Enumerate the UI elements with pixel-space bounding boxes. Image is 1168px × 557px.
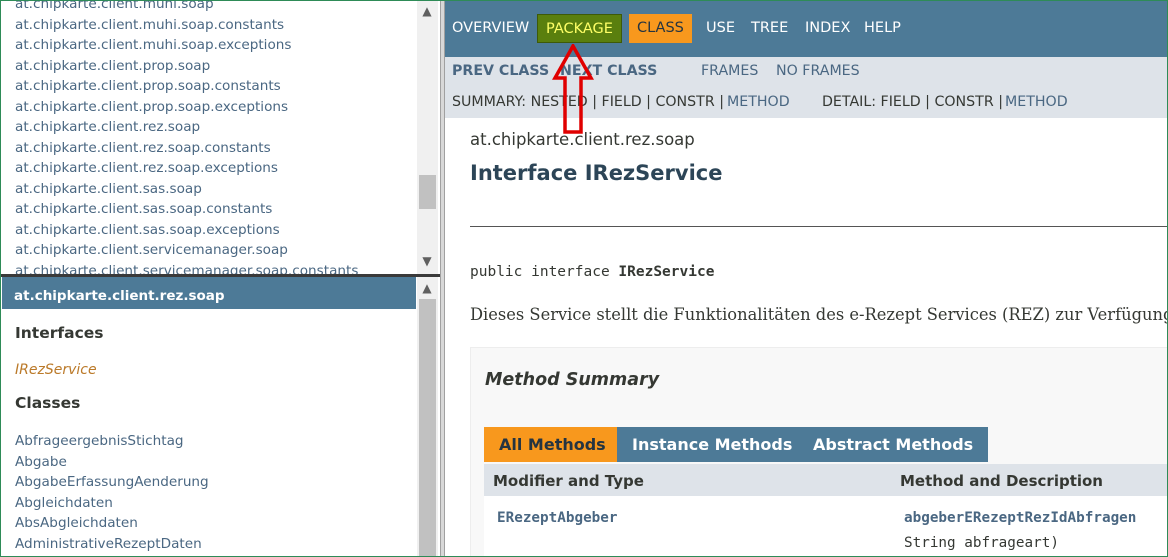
divider: [470, 226, 1168, 227]
class-link[interactable]: AbgabeErfassungAenderung: [15, 472, 209, 493]
scroll-down-icon[interactable]: ▼: [417, 252, 437, 270]
nav-overview[interactable]: OVERVIEW: [452, 14, 529, 43]
nav-help[interactable]: HELP: [864, 14, 901, 43]
nav-package[interactable]: PACKAGE: [537, 14, 622, 43]
nav-index[interactable]: INDEX: [805, 14, 850, 43]
method-link[interactable]: abgeberERezeptRezIdAbfragen: [904, 510, 1136, 526]
scrollbar-thumb[interactable]: [419, 175, 436, 209]
package-link[interactable]: at.chipkarte.client.servicemanager.soap.…: [15, 261, 358, 275]
class-list: AbfrageergebnisStichtag Abgabe AbgabeErf…: [15, 431, 209, 555]
interface-link-irezservice[interactable]: IRezService: [15, 362, 97, 378]
nav-use[interactable]: USE: [706, 14, 735, 43]
nav-tree[interactable]: TREE: [751, 14, 788, 43]
package-list: at.chipkarte.client.muhi.soap at.chipkar…: [15, 0, 358, 274]
annotation-arrow-icon: [552, 44, 594, 134]
summary-method-link[interactable]: METHOD: [727, 94, 790, 110]
method-summary-title: Method Summary: [485, 370, 660, 390]
package-link[interactable]: at.chipkarte.client.rez.soap.exceptions: [15, 158, 358, 179]
declaration-name: IRezService: [618, 264, 715, 280]
class-link[interactable]: AdministrativeRezeptDaten: [15, 534, 209, 555]
tab-all-methods[interactable]: All Methods: [484, 427, 621, 462]
classes-scrollbar[interactable]: ▲: [417, 277, 438, 557]
col-method-and-description: Method and Description: [900, 472, 1103, 490]
package-link[interactable]: at.chipkarte.client.muhi.soap.constants: [15, 15, 358, 36]
package-link[interactable]: at.chipkarte.client.prop.soap: [15, 56, 358, 77]
class-description: Dieses Service stellt die Funktionalität…: [470, 305, 1168, 324]
classes-heading: Classes: [15, 394, 81, 412]
package-link[interactable]: at.chipkarte.client.muhi.soap: [15, 0, 358, 15]
scroll-up-icon[interactable]: ▲: [417, 279, 437, 297]
package-link[interactable]: at.chipkarte.client.servicemanager.soap: [15, 240, 358, 261]
detail-nav-label: DETAIL: FIELD | CONSTR |: [822, 94, 1003, 110]
tab-instance-methods[interactable]: Instance Methods: [617, 427, 808, 462]
col-modifier-and-type: Modifier and Type: [493, 472, 644, 490]
table-row: ERezeptAbgeber abgeberERezeptRezIdAbfrag…: [484, 496, 1168, 557]
package-link[interactable]: at.chipkarte.client.prop.soap.constants: [15, 76, 358, 97]
interfaces-heading: Interfaces: [15, 324, 104, 342]
method-summary-section: Method Summary All Methods Instance Meth…: [470, 347, 1168, 557]
package-link[interactable]: at.chipkarte.client.muhi.soap.exceptions: [15, 35, 358, 56]
package-list-scrollbar[interactable]: ▲ ▼: [417, 0, 438, 274]
tab-abstract-methods[interactable]: Abstract Methods: [798, 427, 989, 462]
frames-link[interactable]: FRAMES: [701, 63, 758, 79]
class-link[interactable]: Abgleichdaten: [15, 493, 209, 514]
class-link[interactable]: AbsAbgleichdaten: [15, 513, 209, 534]
no-frames-link[interactable]: NO FRAMES: [776, 63, 860, 79]
return-type-link[interactable]: ERezeptAbgeber: [497, 510, 618, 526]
package-list-frame: at.chipkarte.client.muhi.soap at.chipkar…: [2, 0, 440, 274]
scroll-up-icon[interactable]: ▲: [417, 2, 437, 20]
package-classes-frame: at.chipkarte.client.rez.soap Interfaces …: [2, 277, 440, 557]
class-link[interactable]: AbfrageergebnisStichtag: [15, 431, 209, 452]
prev-class-link[interactable]: PREV CLASS: [452, 63, 549, 79]
package-link[interactable]: at.chipkarte.client.prop.soap.exceptions: [15, 97, 358, 118]
scrollbar-thumb[interactable]: [419, 299, 436, 557]
package-frame-title[interactable]: at.chipkarte.client.rez.soap: [2, 277, 416, 309]
package-link[interactable]: at.chipkarte.client.rez.soap.constants: [15, 138, 358, 159]
package-link[interactable]: at.chipkarte.client.sas.soap: [15, 179, 358, 200]
package-link[interactable]: at.chipkarte.client.rez.soap: [15, 117, 358, 138]
package-link[interactable]: at.chipkarte.client.sas.soap.constants: [15, 199, 358, 220]
page-title: Interface IRezService: [470, 161, 723, 185]
nav-class[interactable]: CLASS: [629, 14, 692, 43]
method-params: String abfrageart): [904, 535, 1059, 551]
method-table-header: Modifier and Type Method and Description: [484, 464, 1168, 496]
class-declaration: public interface IRezService: [470, 264, 714, 280]
detail-method-link[interactable]: METHOD: [1005, 94, 1068, 110]
package-link[interactable]: at.chipkarte.client.sas.soap.exceptions: [15, 220, 358, 241]
declaration-modifiers: public interface: [470, 264, 619, 280]
class-link[interactable]: Abgabe: [15, 452, 209, 473]
